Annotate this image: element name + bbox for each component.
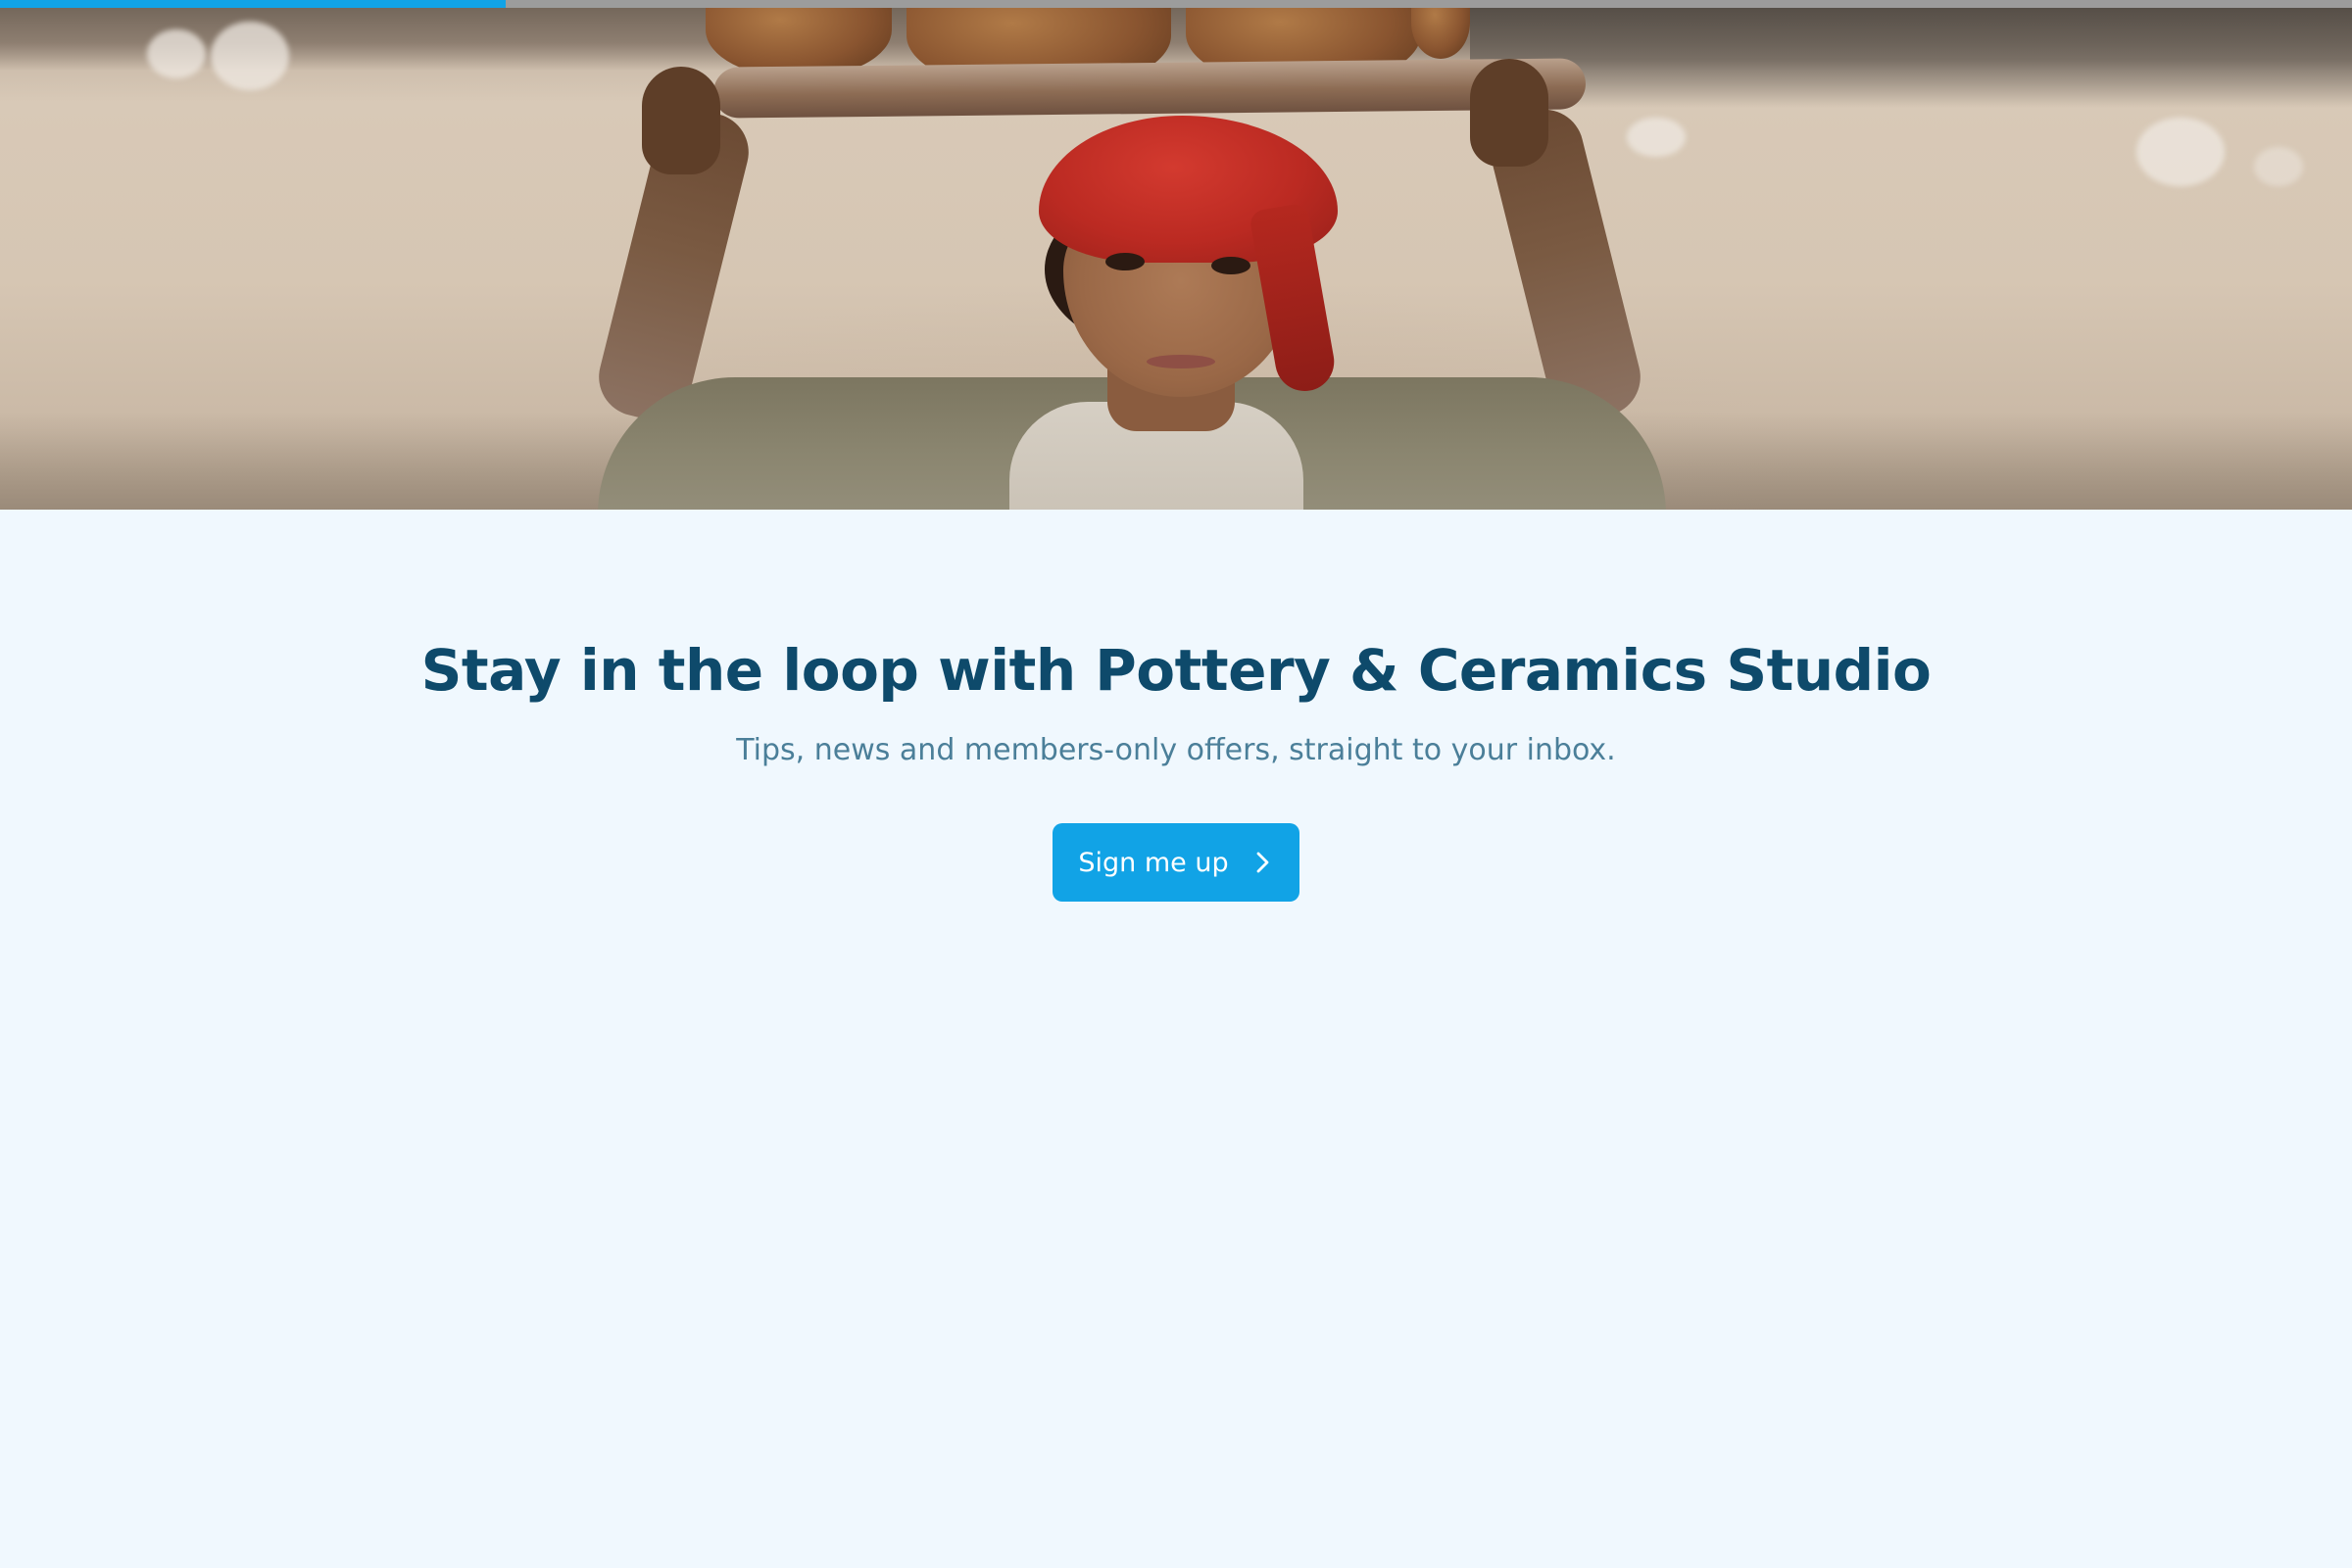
sign-me-up-button[interactable]: Sign me up xyxy=(1053,823,1299,902)
sign-me-up-label: Sign me up xyxy=(1078,847,1229,878)
wooden-board xyxy=(712,58,1587,119)
reading-progress-fill xyxy=(0,0,506,8)
newsletter-signup-section: Stay in the loop with Pottery & Ceramics… xyxy=(0,510,2352,1568)
hero-photo xyxy=(0,0,2352,510)
chevron-right-icon xyxy=(1250,851,1274,874)
reading-progress-bar xyxy=(0,0,2352,8)
newsletter-subheadline: Tips, news and members-only offers, stra… xyxy=(736,733,1616,767)
newsletter-headline: Stay in the loop with Pottery & Ceramics… xyxy=(420,637,1932,704)
